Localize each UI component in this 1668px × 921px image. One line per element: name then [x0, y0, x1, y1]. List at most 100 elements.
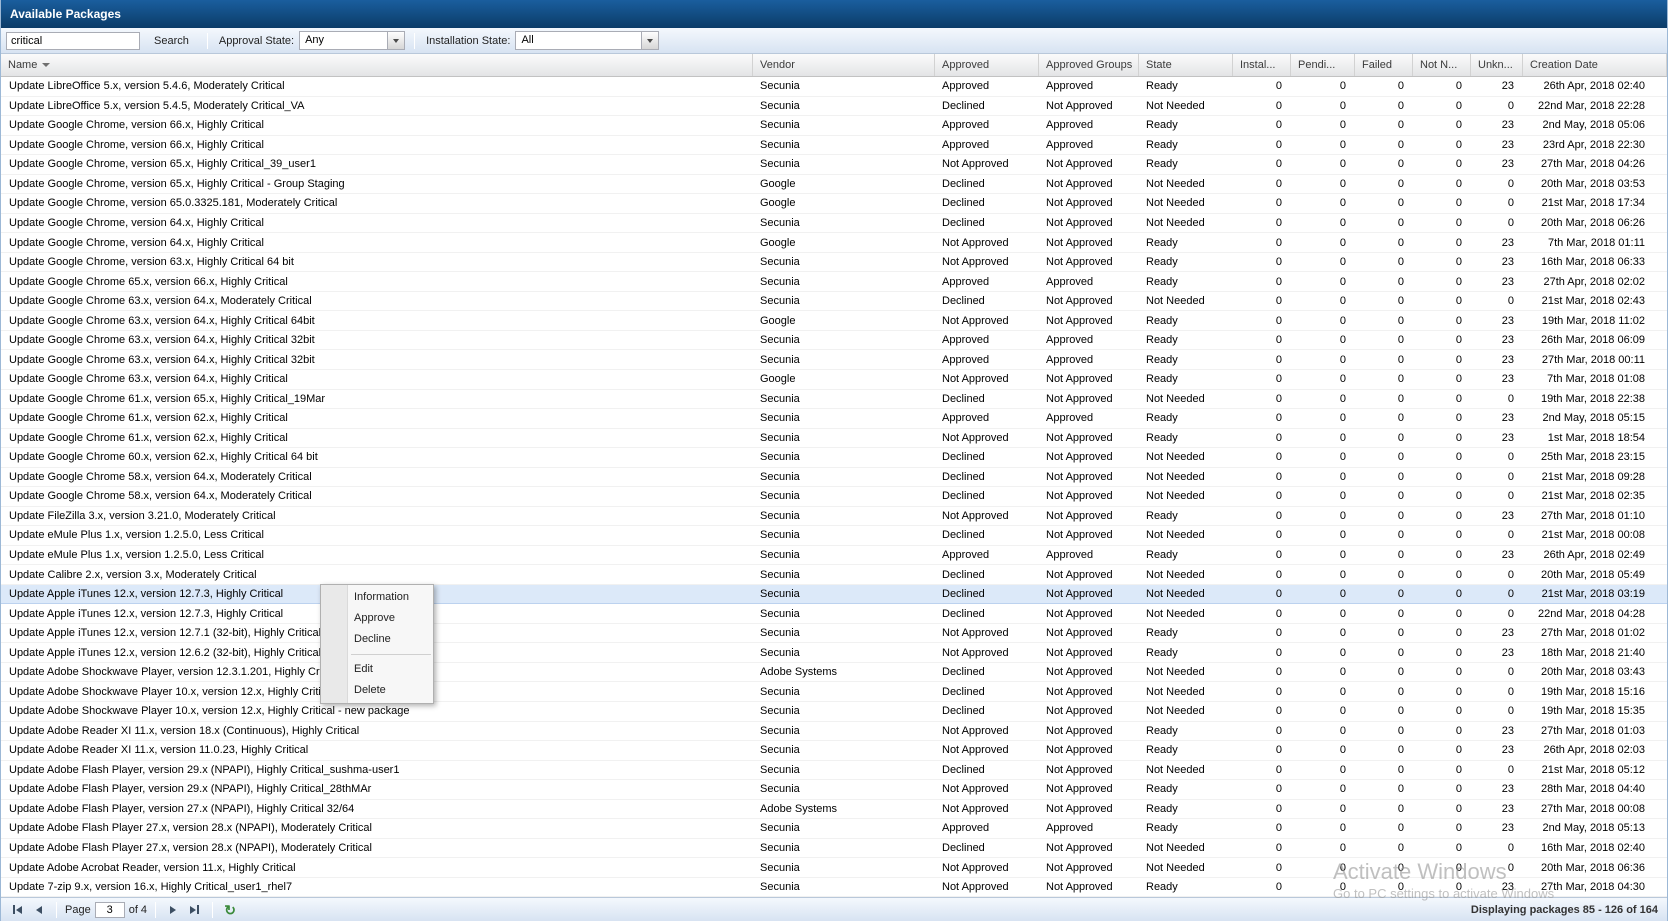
- cell-not_needed: 0: [1413, 175, 1471, 193]
- installation-state-select[interactable]: All: [515, 31, 659, 50]
- table-row[interactable]: Update Google Chrome, version 63.x, High…: [1, 253, 1667, 273]
- cell-approved_groups: Not Approved: [1039, 292, 1139, 310]
- menu-item-decline[interactable]: Decline: [321, 629, 433, 650]
- column-header-name[interactable]: Name: [1, 54, 753, 76]
- table-row[interactable]: Update Google Chrome 63.x, version 64.x,…: [1, 370, 1667, 390]
- cell-creation_date: 25th Mar, 2018 23:15: [1523, 448, 1667, 466]
- table-row[interactable]: Update Adobe Flash Player, version 29.x …: [1, 780, 1667, 800]
- table-row[interactable]: Update Google Chrome 63.x, version 64.x,…: [1, 350, 1667, 370]
- cell-creation_date: 26th Mar, 2018 06:09: [1523, 331, 1667, 349]
- cell-vendor: Secunia: [753, 155, 935, 173]
- menu-item-edit[interactable]: Edit: [321, 659, 433, 680]
- column-header-installed[interactable]: Instal...: [1233, 54, 1291, 76]
- cell-vendor: Secunia: [753, 605, 935, 623]
- cell-state: Not Needed: [1139, 566, 1233, 584]
- cell-approved: Declined: [935, 683, 1039, 701]
- table-row[interactable]: Update Google Chrome, version 64.x, High…: [1, 233, 1667, 253]
- table-row[interactable]: Update Google Chrome 63.x, version 64.x,…: [1, 311, 1667, 331]
- table-row[interactable]: Update Apple iTunes 12.x, version 12.7.3…: [1, 604, 1667, 624]
- table-row[interactable]: Update Calibre 2.x, version 3.x, Moderat…: [1, 565, 1667, 585]
- table-row[interactable]: Update eMule Plus 1.x, version 1.2.5.0, …: [1, 526, 1667, 546]
- table-row[interactable]: Update Google Chrome 63.x, version 64.x,…: [1, 331, 1667, 351]
- chevron-down-icon[interactable]: [641, 32, 658, 49]
- table-row[interactable]: Update Adobe Shockwave Player, version 1…: [1, 663, 1667, 683]
- table-row[interactable]: Update Google Chrome, version 65.0.3325.…: [1, 194, 1667, 214]
- column-header-pending[interactable]: Pendi...: [1291, 54, 1355, 76]
- cell-name: Update Google Chrome 63.x, version 64.x,…: [1, 370, 753, 388]
- table-row[interactable]: Update Adobe Flash Player 27.x, version …: [1, 819, 1667, 839]
- cell-vendor: Secunia: [753, 878, 935, 896]
- menu-item-approve[interactable]: Approve: [321, 608, 433, 629]
- cell-creation_date: 19th Mar, 2018 15:35: [1523, 702, 1667, 720]
- table-row[interactable]: Update Adobe Flash Player, version 27.x …: [1, 800, 1667, 820]
- table-row[interactable]: Update Google Chrome 63.x, version 64.x,…: [1, 292, 1667, 312]
- table-row[interactable]: Update Adobe Reader XI 11.x, version 18.…: [1, 722, 1667, 742]
- table-row[interactable]: Update Adobe Acrobat Reader, version 11.…: [1, 858, 1667, 878]
- table-row[interactable]: Update Google Chrome 61.x, version 62.x,…: [1, 429, 1667, 449]
- column-header-failed[interactable]: Failed: [1355, 54, 1413, 76]
- table-row[interactable]: Update Adobe Shockwave Player 10.x, vers…: [1, 682, 1667, 702]
- first-page-button[interactable]: [8, 901, 26, 919]
- cell-failed: 0: [1355, 351, 1413, 369]
- last-page-button[interactable]: [186, 901, 204, 919]
- table-row[interactable]: Update Google Chrome, version 65.x, High…: [1, 155, 1667, 175]
- table-row[interactable]: Update Google Chrome, version 65.x, High…: [1, 175, 1667, 195]
- cell-approved: Declined: [935, 292, 1039, 310]
- table-row[interactable]: Update Google Chrome, version 66.x, High…: [1, 116, 1667, 136]
- table-row[interactable]: Update FileZilla 3.x, version 3.21.0, Mo…: [1, 507, 1667, 527]
- table-row[interactable]: Update Google Chrome 58.x, version 64.x,…: [1, 487, 1667, 507]
- cell-pending: 0: [1291, 683, 1355, 701]
- table-row[interactable]: Update Google Chrome 65.x, version 66.x,…: [1, 272, 1667, 292]
- table-row[interactable]: Update Google Chrome 58.x, version 64.x,…: [1, 468, 1667, 488]
- table-row[interactable]: Update Adobe Flash Player 27.x, version …: [1, 839, 1667, 859]
- column-header-state[interactable]: State: [1139, 54, 1233, 76]
- cell-vendor: Google: [753, 234, 935, 252]
- table-row[interactable]: Update Google Chrome, version 66.x, High…: [1, 136, 1667, 156]
- cell-vendor: Secunia: [753, 566, 935, 584]
- cell-not_needed: 0: [1413, 136, 1471, 154]
- column-header-approved_groups[interactable]: Approved Groups: [1039, 54, 1139, 76]
- cell-failed: 0: [1355, 741, 1413, 759]
- menu-item-information[interactable]: Information: [321, 587, 433, 608]
- cell-not_needed: 0: [1413, 351, 1471, 369]
- cell-vendor: Secunia: [753, 448, 935, 466]
- page-input[interactable]: [95, 902, 125, 918]
- cell-unknown: 0: [1471, 683, 1523, 701]
- table-row[interactable]: Update Apple iTunes 12.x, version 12.7.3…: [1, 585, 1667, 605]
- table-row[interactable]: Update Adobe Flash Player, version 29.x …: [1, 761, 1667, 781]
- cell-approved_groups: Not Approved: [1039, 859, 1139, 877]
- menu-item-delete[interactable]: Delete: [321, 680, 433, 701]
- column-header-approved[interactable]: Approved: [935, 54, 1039, 76]
- chevron-down-icon[interactable]: [387, 32, 404, 49]
- cell-name: Update eMule Plus 1.x, version 1.2.5.0, …: [1, 546, 753, 564]
- table-row[interactable]: Update Apple iTunes 12.x, version 12.6.2…: [1, 643, 1667, 663]
- cell-vendor: Secunia: [753, 761, 935, 779]
- table-row[interactable]: Update LibreOffice 5.x, version 5.4.5, M…: [1, 97, 1667, 117]
- prev-page-button[interactable]: [30, 901, 48, 919]
- next-page-button[interactable]: [164, 901, 182, 919]
- table-row[interactable]: Update Adobe Reader XI 11.x, version 11.…: [1, 741, 1667, 761]
- prev-page-icon: [36, 906, 42, 914]
- cell-installed: 0: [1233, 155, 1291, 173]
- table-row[interactable]: Update Apple iTunes 12.x, version 12.7.1…: [1, 624, 1667, 644]
- search-input[interactable]: [6, 32, 140, 50]
- table-row[interactable]: Update Google Chrome 60.x, version 62.x,…: [1, 448, 1667, 468]
- column-header-creation_date[interactable]: Creation Date: [1523, 54, 1667, 76]
- column-header-not_needed[interactable]: Not N...: [1413, 54, 1471, 76]
- cell-installed: 0: [1233, 77, 1291, 95]
- table-row[interactable]: Update Adobe Shockwave Player 10.x, vers…: [1, 702, 1667, 722]
- approval-state-select[interactable]: Any: [299, 31, 405, 50]
- column-header-vendor[interactable]: Vendor: [753, 54, 935, 76]
- table-row[interactable]: Update Google Chrome 61.x, version 65.x,…: [1, 390, 1667, 410]
- table-row[interactable]: Update eMule Plus 1.x, version 1.2.5.0, …: [1, 546, 1667, 566]
- table-row[interactable]: Update Google Chrome 61.x, version 62.x,…: [1, 409, 1667, 429]
- refresh-button[interactable]: ↻: [221, 901, 239, 919]
- table-row[interactable]: Update LibreOffice 5.x, version 5.4.6, M…: [1, 77, 1667, 97]
- table-row[interactable]: Update 7-zip 9.x, version 16.x, Highly C…: [1, 878, 1667, 897]
- cell-name: Update Google Chrome 61.x, version 62.x,…: [1, 409, 753, 427]
- search-button[interactable]: Search: [145, 32, 198, 50]
- column-header-unknown[interactable]: Unkn...: [1471, 54, 1523, 76]
- table-row[interactable]: Update Google Chrome, version 64.x, High…: [1, 214, 1667, 234]
- cell-failed: 0: [1355, 722, 1413, 740]
- cell-failed: 0: [1355, 566, 1413, 584]
